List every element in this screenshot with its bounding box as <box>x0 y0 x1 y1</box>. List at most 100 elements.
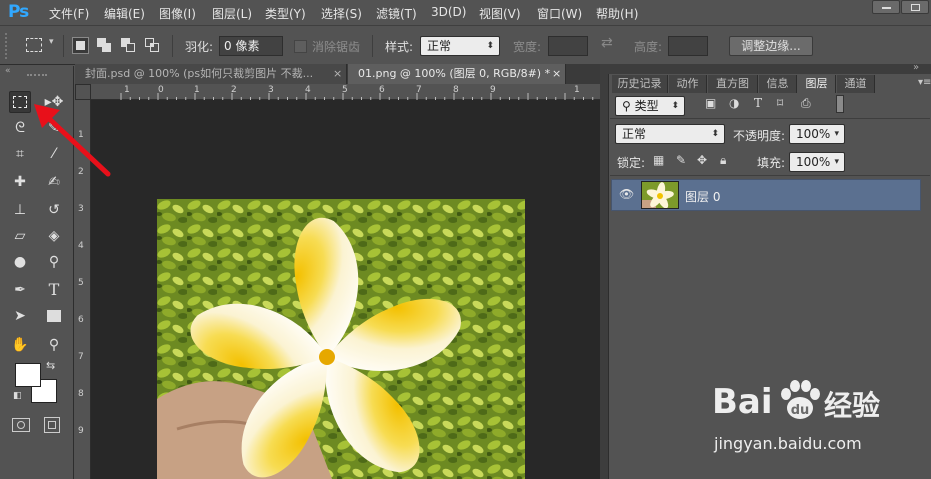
menu-help[interactable]: 帮助(H) <box>596 5 638 22</box>
clone-stamp-tool[interactable]: ⊥ <box>9 199 31 221</box>
canvas-photo[interactable] <box>157 199 525 479</box>
swap-arrows-icon[interactable]: ⇄ <box>601 35 613 51</box>
hand-tool[interactable]: ✋ <box>9 334 31 356</box>
menu-layer[interactable]: 图层(L) <box>212 5 252 22</box>
menu-select[interactable]: 选择(S) <box>321 5 362 22</box>
rect-marquee-preset-icon[interactable] <box>26 38 42 52</box>
crop-tool[interactable]: ⌗ <box>9 143 31 165</box>
history-brush-tool[interactable]: ↺ <box>43 199 65 221</box>
quick-mask-icon[interactable] <box>12 418 30 432</box>
width-input[interactable] <box>548 36 588 56</box>
collapse-icon[interactable]: « <box>5 66 11 76</box>
tab-history[interactable]: 历史记录 <box>612 75 668 93</box>
filter-toggle-switch[interactable] <box>836 95 844 113</box>
ruler-tick-label: 8 <box>78 389 84 399</box>
type-tool[interactable]: T <box>43 279 65 301</box>
tab-label: 01.png @ 100% (图层 0, RGB/8#) * <box>358 67 551 80</box>
panel-dock-strip <box>600 64 608 479</box>
menu-type[interactable]: 类型(Y) <box>265 5 306 22</box>
filter-pixel-icon[interactable]: ▣ <box>705 96 716 110</box>
maximize-button[interactable] <box>901 0 929 14</box>
ruler-tick-label: 4 <box>78 241 84 251</box>
eraser-tool[interactable]: ▱ <box>9 225 31 247</box>
rectangle-shape-tool[interactable] <box>43 305 65 327</box>
tab-actions[interactable]: 动作 <box>669 75 707 93</box>
opacity-input[interactable]: 100% ▾ <box>789 124 845 144</box>
blend-mode-dropdown[interactable]: 正常 ⬍ <box>615 124 725 144</box>
filter-adjustment-icon[interactable]: ◑ <box>729 96 739 110</box>
refine-edge-button[interactable]: 调整边缘... <box>729 36 813 56</box>
tab-01-png[interactable]: 01.png @ 100% (图层 0, RGB/8#) * × <box>348 64 566 84</box>
lock-transparent-icon[interactable]: ▦ <box>653 153 664 167</box>
menu-file[interactable]: 文件(F) <box>49 5 89 22</box>
swap-colors-icon[interactable]: ⇆ <box>46 359 55 372</box>
foreground-color-swatch-top[interactable] <box>15 363 41 387</box>
lock-image-brush-icon[interactable]: ✎ <box>676 153 686 167</box>
document-tabs: 封面.psd @ 100% (ps如何只裁剪图片 不裁... × 01.png … <box>75 64 607 84</box>
subtract-selection-icon[interactable] <box>120 37 137 54</box>
pen-tool[interactable]: ✒ <box>9 279 31 301</box>
ruler-tick-label: 5 <box>78 278 84 288</box>
path-select-tool[interactable]: ➤ <box>9 305 31 327</box>
menu-window[interactable]: 窗口(W) <box>537 5 582 22</box>
panel-collapse-icon[interactable]: » <box>913 62 919 73</box>
filter-shape-icon[interactable]: ⌑ <box>777 96 783 110</box>
filter-smart-object-icon[interactable]: ⎙ <box>801 96 811 111</box>
width-label: 宽度: <box>513 40 542 54</box>
eye-visibility-icon[interactable]: 👁︎ <box>619 187 634 201</box>
healing-brush-tool[interactable]: ✚ <box>9 171 31 193</box>
add-to-selection-icon[interactable] <box>96 37 113 54</box>
tab-close-icon[interactable]: × <box>333 64 342 83</box>
lasso-tool[interactable]: ᘓ <box>9 117 31 139</box>
tab-channels[interactable]: 通道 <box>837 75 875 93</box>
divider <box>63 35 64 57</box>
menu-view[interactable]: 视图(V) <box>479 5 521 22</box>
menu-filter[interactable]: 滤镜(T) <box>376 5 417 22</box>
new-selection-icon[interactable] <box>72 37 89 54</box>
menu-image[interactable]: 图像(I) <box>159 5 196 22</box>
watermark-brand: Bai <box>712 382 773 422</box>
opacity-label: 不透明度: <box>733 129 786 143</box>
menu-bar: Ps 文件(F) 编辑(E) 图像(I) 图层(L) 类型(Y) 选择(S) 滤… <box>0 0 931 26</box>
fill-input[interactable]: 100% ▾ <box>789 152 845 172</box>
menu-3d[interactable]: 3D(D) <box>431 5 466 19</box>
intersect-selection-icon[interactable] <box>144 37 161 54</box>
zoom-tool[interactable]: ⚲ <box>43 334 65 356</box>
tab-layers[interactable]: 图层 <box>798 75 836 93</box>
layer-filter-dropdown[interactable]: ⚲ 类型 ⬍ <box>615 96 685 116</box>
divider <box>172 35 173 57</box>
feather-input[interactable]: 0 像素 <box>219 36 283 56</box>
menu-edit[interactable]: 编辑(E) <box>104 5 145 22</box>
baidu-jingyan-watermark: Bai du 经验 jingyan.baidu.com <box>712 378 927 458</box>
antialias-label: 消除锯齿 <box>312 40 361 54</box>
default-colors-icon[interactable]: ◧ <box>13 391 22 401</box>
blur-tool[interactable]: ● <box>9 251 31 273</box>
chevron-down-icon[interactable]: ▾ <box>49 37 54 47</box>
minimize-button[interactable] <box>872 0 900 14</box>
screen-mode-icon[interactable] <box>44 417 60 433</box>
tab-info[interactable]: 信息 <box>759 75 797 93</box>
panel-menu-icon[interactable]: ▾≡ <box>918 77 931 88</box>
layer-name[interactable]: 图层 0 <box>685 188 720 205</box>
height-input[interactable] <box>668 36 708 56</box>
layer-thumbnail <box>641 181 679 209</box>
filter-type-icon[interactable]: T <box>754 96 762 110</box>
fill-label: 填充: <box>757 156 786 170</box>
style-dropdown[interactable]: 正常 ⬍ <box>420 36 500 56</box>
rect-marquee-tool[interactable] <box>9 91 31 113</box>
tab-histogram[interactable]: 直方图 <box>708 75 758 93</box>
ruler-origin[interactable] <box>75 84 91 100</box>
baidu-paw-icon: du <box>781 380 820 419</box>
svg-text:du: du <box>791 403 810 418</box>
dodge-tool[interactable]: ⚲ <box>43 251 65 273</box>
divider <box>610 175 930 176</box>
antialias-checkbox[interactable] <box>294 40 307 53</box>
ruler-tick-label: 3 <box>78 204 84 214</box>
watermark-url: jingyan.baidu.com <box>714 434 862 453</box>
tab-cover-psd[interactable]: 封面.psd @ 100% (ps如何只裁剪图片 不裁... × <box>75 64 347 84</box>
lock-position-icon[interactable]: ✥ <box>697 153 707 167</box>
paint-bucket-tool[interactable]: ◈ <box>43 225 65 247</box>
watermark-suffix: 经验 <box>824 389 881 422</box>
lock-all-icon[interactable]: 🔒︎ <box>720 153 726 168</box>
tab-close-icon[interactable]: × <box>552 64 561 83</box>
